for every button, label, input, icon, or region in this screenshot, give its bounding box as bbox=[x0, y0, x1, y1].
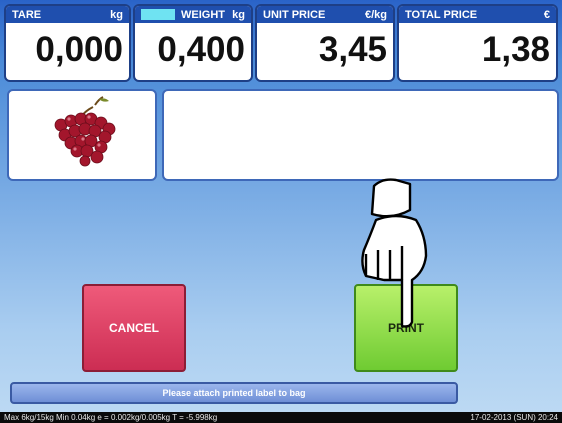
unit-price-header: UNIT PRICE €/kg bbox=[257, 6, 393, 23]
red-grapes-icon bbox=[54, 96, 116, 167]
scale-screen: TARE kg 0,000 WEIGHT kg 0,400 UNIT PRICE… bbox=[0, 0, 562, 412]
tare-unit: kg bbox=[110, 8, 123, 21]
tare-header: TARE kg bbox=[6, 6, 129, 23]
total-price-unit: € bbox=[543, 8, 550, 21]
weight-header: WEIGHT kg bbox=[135, 6, 251, 23]
tare-panel: TARE kg 0,000 bbox=[4, 4, 131, 82]
scale-specs: Max 6kg/15kg Min 0.04kg e = 0.002kg/0.00… bbox=[4, 413, 218, 422]
date-time: 17-02-2013 (SUN) 20:24 bbox=[470, 413, 558, 422]
stable-indicator bbox=[141, 9, 175, 20]
weight-label: WEIGHT bbox=[181, 8, 225, 21]
unit-price-value: 3,45 bbox=[318, 30, 387, 69]
total-price-label: TOTAL PRICE bbox=[405, 8, 478, 21]
message-text: Please attach printed label to bag bbox=[162, 388, 306, 398]
total-price-panel: TOTAL PRICE € 1,38 bbox=[397, 4, 558, 82]
cancel-button-label: CANCEL bbox=[109, 321, 159, 335]
message-bar: Please attach printed label to bag bbox=[10, 382, 458, 404]
tare-label: TARE bbox=[12, 8, 42, 21]
product-description-box bbox=[162, 89, 559, 181]
unit-price-unit: €/kg bbox=[364, 8, 387, 21]
total-price-header: TOTAL PRICE € bbox=[399, 6, 556, 23]
unit-price-panel: UNIT PRICE €/kg 3,45 bbox=[255, 4, 395, 82]
status-bar: Max 6kg/15kg Min 0.04kg e = 0.002kg/0.00… bbox=[0, 412, 562, 423]
cancel-button[interactable]: CANCEL bbox=[82, 284, 186, 372]
weight-value: 0,400 bbox=[157, 30, 245, 69]
weight-panel: WEIGHT kg 0,400 bbox=[133, 4, 253, 82]
weight-unit: kg bbox=[232, 8, 245, 21]
total-price-value: 1,38 bbox=[481, 30, 550, 69]
tare-value: 0,000 bbox=[35, 30, 123, 69]
product-image-box bbox=[7, 89, 157, 181]
pointing-hand-icon bbox=[361, 178, 428, 328]
unit-price-label: UNIT PRICE bbox=[263, 8, 326, 21]
